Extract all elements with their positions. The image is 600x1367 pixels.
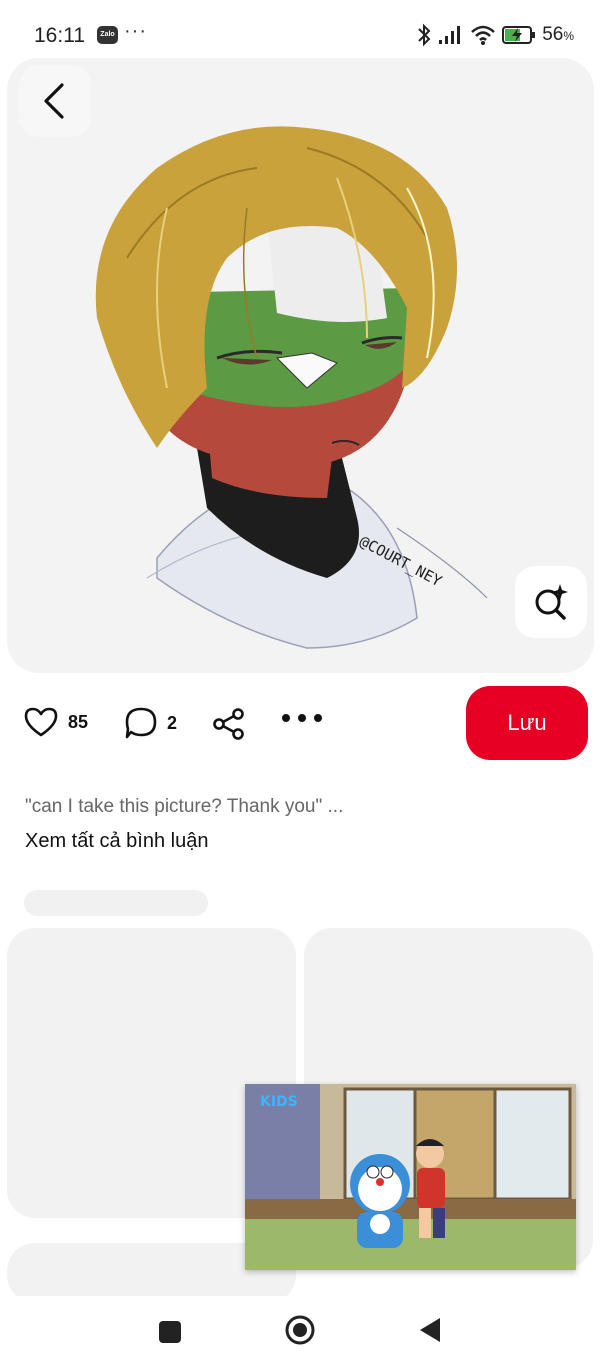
picture-in-picture-video[interactable]: KIDS bbox=[245, 1084, 576, 1270]
back-nav-button[interactable] bbox=[418, 1316, 442, 1344]
comment-count: 2 bbox=[167, 712, 178, 733]
comment-bubble-icon bbox=[125, 707, 157, 739]
visual-search-button[interactable] bbox=[515, 566, 587, 638]
status-bar: 16:11 Zalo ··· 56% bbox=[0, 0, 600, 64]
channel-logo: KIDS bbox=[260, 1094, 298, 1110]
heart-icon bbox=[24, 707, 58, 737]
pin-image[interactable]: @COURT_NEY bbox=[7, 58, 594, 673]
comment-preview[interactable]: "can I take this picture? Thank you" ... bbox=[25, 796, 343, 818]
home-button[interactable] bbox=[284, 1314, 316, 1346]
zalo-notification-icon: Zalo bbox=[97, 26, 118, 44]
comment-button[interactable]: 2 bbox=[125, 707, 177, 739]
more-options-button[interactable] bbox=[282, 714, 322, 722]
signal-icon bbox=[439, 26, 461, 44]
bluetooth-icon bbox=[418, 23, 431, 47]
status-time: 16:11 bbox=[34, 24, 85, 47]
like-button[interactable]: 85 bbox=[24, 707, 88, 737]
battery-level: 56% bbox=[542, 24, 574, 45]
chevron-left-icon bbox=[44, 83, 64, 119]
more-dots-icon bbox=[282, 714, 290, 722]
video-frame bbox=[245, 1084, 576, 1270]
system-navigation-bar bbox=[0, 1296, 600, 1367]
pin-action-row: 85 2 Lưu bbox=[24, 686, 588, 760]
share-icon bbox=[213, 708, 244, 740]
share-button[interactable] bbox=[212, 708, 246, 745]
loading-placeholder-title bbox=[24, 890, 208, 916]
recent-apps-button[interactable] bbox=[158, 1320, 182, 1344]
like-count: 85 bbox=[68, 711, 89, 732]
pin-artwork bbox=[95, 126, 488, 649]
save-button[interactable]: Lưu bbox=[466, 686, 588, 760]
status-icons: 56% bbox=[416, 22, 574, 48]
more-notifications-icon: ··· bbox=[124, 20, 147, 42]
wifi-icon bbox=[471, 25, 496, 45]
battery-charging-icon bbox=[502, 26, 536, 44]
back-button[interactable] bbox=[19, 65, 91, 137]
view-all-comments-link[interactable]: Xem tất cả bình luận bbox=[25, 830, 208, 853]
visual-search-icon bbox=[535, 584, 568, 620]
